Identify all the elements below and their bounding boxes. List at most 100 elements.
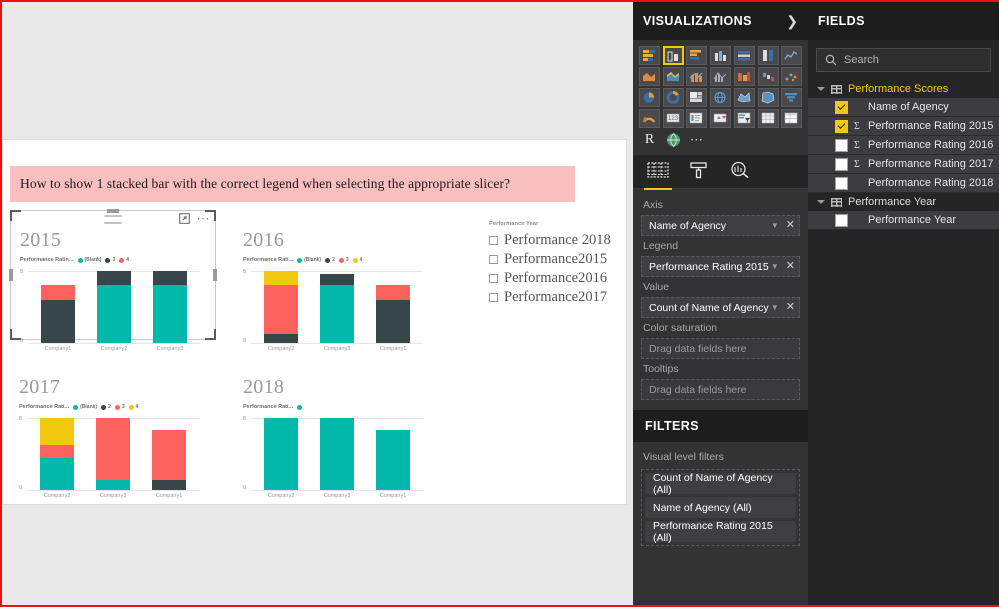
chart-tile-header[interactable]: ⋯ bbox=[11, 211, 215, 228]
funnel-chart-icon[interactable] bbox=[781, 88, 803, 107]
bar-segment[interactable] bbox=[96, 285, 132, 343]
stacked-bar-chart-icon[interactable] bbox=[639, 46, 660, 65]
chart-bar-column[interactable] bbox=[253, 271, 309, 343]
bar-segment[interactable] bbox=[40, 299, 76, 343]
field-row[interactable]: ΣPerformance Rating 2018 bbox=[808, 174, 999, 193]
filled-map-icon[interactable] bbox=[733, 88, 755, 107]
drag-grip-icon[interactable] bbox=[104, 215, 122, 224]
chart-legend-item[interactable]: 3 bbox=[105, 257, 115, 263]
stacked-bar[interactable] bbox=[152, 271, 188, 343]
chart-bar-column[interactable] bbox=[30, 285, 86, 343]
bar-segment[interactable] bbox=[151, 479, 187, 490]
field-checkbox[interactable] bbox=[835, 100, 848, 114]
stacked-bar[interactable] bbox=[263, 418, 299, 490]
slicer-checkbox-icon[interactable] bbox=[489, 255, 498, 264]
bar-segment[interactable] bbox=[95, 418, 131, 480]
clustered-bar-chart-icon[interactable] bbox=[686, 46, 708, 65]
bar-segment[interactable] bbox=[151, 429, 187, 480]
chart-legend-item[interactable]: (Blank) bbox=[297, 257, 321, 263]
chevron-down-icon[interactable]: ▼ bbox=[771, 303, 779, 312]
slicer-item[interactable]: Performance2017 bbox=[489, 289, 629, 306]
slicer-checkbox-icon[interactable] bbox=[489, 236, 498, 245]
field-checkbox[interactable] bbox=[835, 119, 848, 133]
waterfall-chart-icon[interactable] bbox=[757, 67, 779, 86]
remove-field-icon[interactable]: ✕ bbox=[786, 220, 795, 231]
field-row[interactable]: ΣPerformance Year bbox=[808, 211, 999, 230]
remove-field-icon[interactable]: ✕ bbox=[786, 302, 795, 313]
chart-legend-item[interactable]: (Blank) bbox=[73, 404, 97, 410]
resize-handle[interactable] bbox=[107, 209, 119, 213]
chart-bar-column[interactable] bbox=[309, 418, 365, 490]
bar-segment[interactable] bbox=[96, 271, 132, 286]
filter-pill[interactable]: Name of Agency (All) bbox=[645, 497, 796, 518]
stacked-column-chart-icon[interactable] bbox=[662, 46, 684, 65]
bar-segment[interactable] bbox=[263, 334, 299, 343]
line-stacked-column-icon[interactable] bbox=[686, 67, 708, 86]
scatter-chart-icon[interactable] bbox=[781, 67, 803, 86]
chart-bar-column[interactable] bbox=[309, 273, 365, 343]
chevron-right-icon[interactable]: ❯ bbox=[786, 13, 798, 30]
matrix-icon[interactable] bbox=[781, 109, 803, 128]
stacked-bar[interactable] bbox=[263, 271, 299, 343]
expand-triangle-icon[interactable] bbox=[817, 87, 825, 91]
bar-segment[interactable] bbox=[152, 285, 188, 343]
bar-segment[interactable] bbox=[95, 479, 131, 490]
bar-segment[interactable] bbox=[39, 458, 75, 490]
chart-bar-column[interactable] bbox=[86, 271, 142, 343]
stacked-bar[interactable] bbox=[319, 418, 355, 490]
chart-legend-item[interactable]: 4 bbox=[352, 257, 362, 263]
expand-triangle-icon[interactable] bbox=[817, 200, 825, 204]
bar-segment[interactable] bbox=[319, 285, 355, 343]
kpi-icon[interactable] bbox=[710, 109, 732, 128]
stacked-bar[interactable] bbox=[40, 285, 76, 343]
chart-bar-column[interactable] bbox=[365, 285, 421, 343]
focus-mode-icon[interactable] bbox=[178, 213, 190, 224]
filter-pill[interactable]: Count of Name of Agency (All) bbox=[645, 472, 796, 496]
bar-segment[interactable] bbox=[375, 285, 411, 300]
remove-field-icon[interactable]: ✕ bbox=[786, 261, 795, 272]
bar-segment[interactable] bbox=[39, 418, 75, 446]
field-well-chip[interactable]: Performance Rating 2015 ▼ ✕ bbox=[641, 256, 800, 277]
chart-tile[interactable]: 2016 Performance Rati... (Blank) 2 3 4 5 0 Compa… bbox=[234, 227, 440, 352]
tab-analytics[interactable] bbox=[729, 161, 751, 190]
stacked-bar[interactable] bbox=[39, 418, 75, 490]
field-well-chip[interactable]: Name of Agency ▼ ✕ bbox=[641, 215, 800, 236]
hundred-stacked-bar-icon[interactable] bbox=[733, 46, 755, 65]
field-checkbox[interactable] bbox=[835, 213, 848, 227]
treemap-icon[interactable] bbox=[686, 88, 708, 107]
field-well-dropzone[interactable]: Drag data fields here bbox=[641, 379, 800, 400]
performance-year-slicer[interactable]: Performance Year Performance 2018 Perform… bbox=[489, 221, 629, 308]
bar-segment[interactable] bbox=[39, 445, 75, 459]
fields-table-row[interactable]: Performance Year bbox=[808, 193, 999, 211]
chart-bar-column[interactable] bbox=[253, 418, 309, 490]
stacked-bar[interactable] bbox=[151, 429, 187, 490]
fields-table-row[interactable]: Performance Scores bbox=[808, 80, 999, 98]
table-icon[interactable] bbox=[757, 109, 779, 128]
stacked-bar[interactable] bbox=[319, 273, 355, 343]
line-clustered-column-icon[interactable] bbox=[710, 67, 732, 86]
chart-legend-item[interactable]: 2 bbox=[325, 257, 335, 263]
r-script-visual-icon[interactable]: R bbox=[639, 130, 660, 149]
chart-legend-item[interactable]: 3 bbox=[114, 404, 125, 410]
slicer-item[interactable]: Performance2016 bbox=[489, 270, 629, 287]
field-row[interactable]: Σ Performance Rating 2016 bbox=[808, 136, 999, 155]
clustered-column-chart-icon[interactable] bbox=[710, 46, 732, 65]
chart-bar-column[interactable] bbox=[141, 429, 197, 490]
resize-handle[interactable] bbox=[9, 269, 13, 281]
chart-bar-column[interactable] bbox=[365, 429, 421, 490]
filter-pill[interactable]: Performance Rating 2015 (All) bbox=[645, 520, 796, 544]
chart-legend-item[interactable]: 2 bbox=[101, 404, 111, 410]
resize-handle[interactable] bbox=[213, 269, 217, 281]
card-icon[interactable]: 123 bbox=[662, 109, 684, 128]
bar-segment[interactable] bbox=[319, 418, 355, 490]
chart-tile[interactable]: ⋯ 2015 Performance Ratin... (Blank) 3 4 5 0 Comp… bbox=[9, 209, 217, 352]
chart-legend-item[interactable]: 3 bbox=[338, 257, 349, 263]
field-checkbox[interactable] bbox=[835, 138, 848, 152]
slicer-item[interactable]: Performance 2018 bbox=[489, 232, 629, 249]
chart-tile[interactable]: 2017 Performance Rati... (Blank) 2 3 4 5 0 Compa… bbox=[10, 374, 216, 499]
resize-handle[interactable] bbox=[205, 329, 216, 340]
chart-legend-item[interactable]: 4 bbox=[119, 257, 129, 263]
stacked-bar[interactable] bbox=[95, 418, 131, 490]
chart-legend-item[interactable]: (Blank) bbox=[77, 257, 101, 263]
tab-format[interactable] bbox=[689, 161, 709, 190]
